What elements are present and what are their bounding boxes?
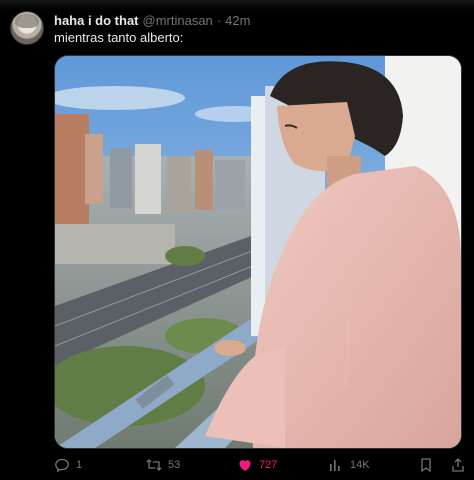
- reply-icon: [54, 457, 70, 473]
- author-handle[interactable]: @mrtinasan: [143, 13, 213, 28]
- timestamp[interactable]: 42m: [225, 13, 250, 28]
- like-count: 727: [259, 459, 278, 471]
- bookmark-button[interactable]: [418, 455, 434, 475]
- tweet-header: haha i do that @mrtinasan · 42m: [54, 12, 250, 28]
- photo-illustration: [55, 56, 461, 448]
- author-name[interactable]: haha i do that: [54, 13, 139, 28]
- tweet-text: mientras tanto alberto:: [54, 30, 184, 45]
- views-button[interactable]: 14K: [328, 455, 370, 475]
- retweet-icon: [146, 457, 162, 473]
- bookmark-icon: [418, 457, 434, 473]
- bar-chart-icon: [328, 457, 344, 473]
- reply-button[interactable]: 1: [54, 455, 82, 475]
- views-count: 14K: [350, 459, 370, 471]
- reply-count: 1: [76, 459, 83, 471]
- tweet-photo[interactable]: [54, 55, 462, 449]
- heart-filled-icon: [237, 457, 253, 473]
- share-icon: [450, 457, 466, 473]
- avatar[interactable]: [10, 11, 44, 45]
- retweet-button[interactable]: 53: [146, 455, 180, 475]
- tweet-actions: 1 53 727 14K: [0, 455, 474, 475]
- like-button[interactable]: 727: [237, 455, 277, 475]
- retweet-count: 53: [168, 459, 181, 471]
- separator-dot: ·: [216, 12, 222, 28]
- avatar-hair: [15, 14, 39, 28]
- previous-tweet-fade: [0, 0, 474, 10]
- share-button[interactable]: [450, 455, 466, 475]
